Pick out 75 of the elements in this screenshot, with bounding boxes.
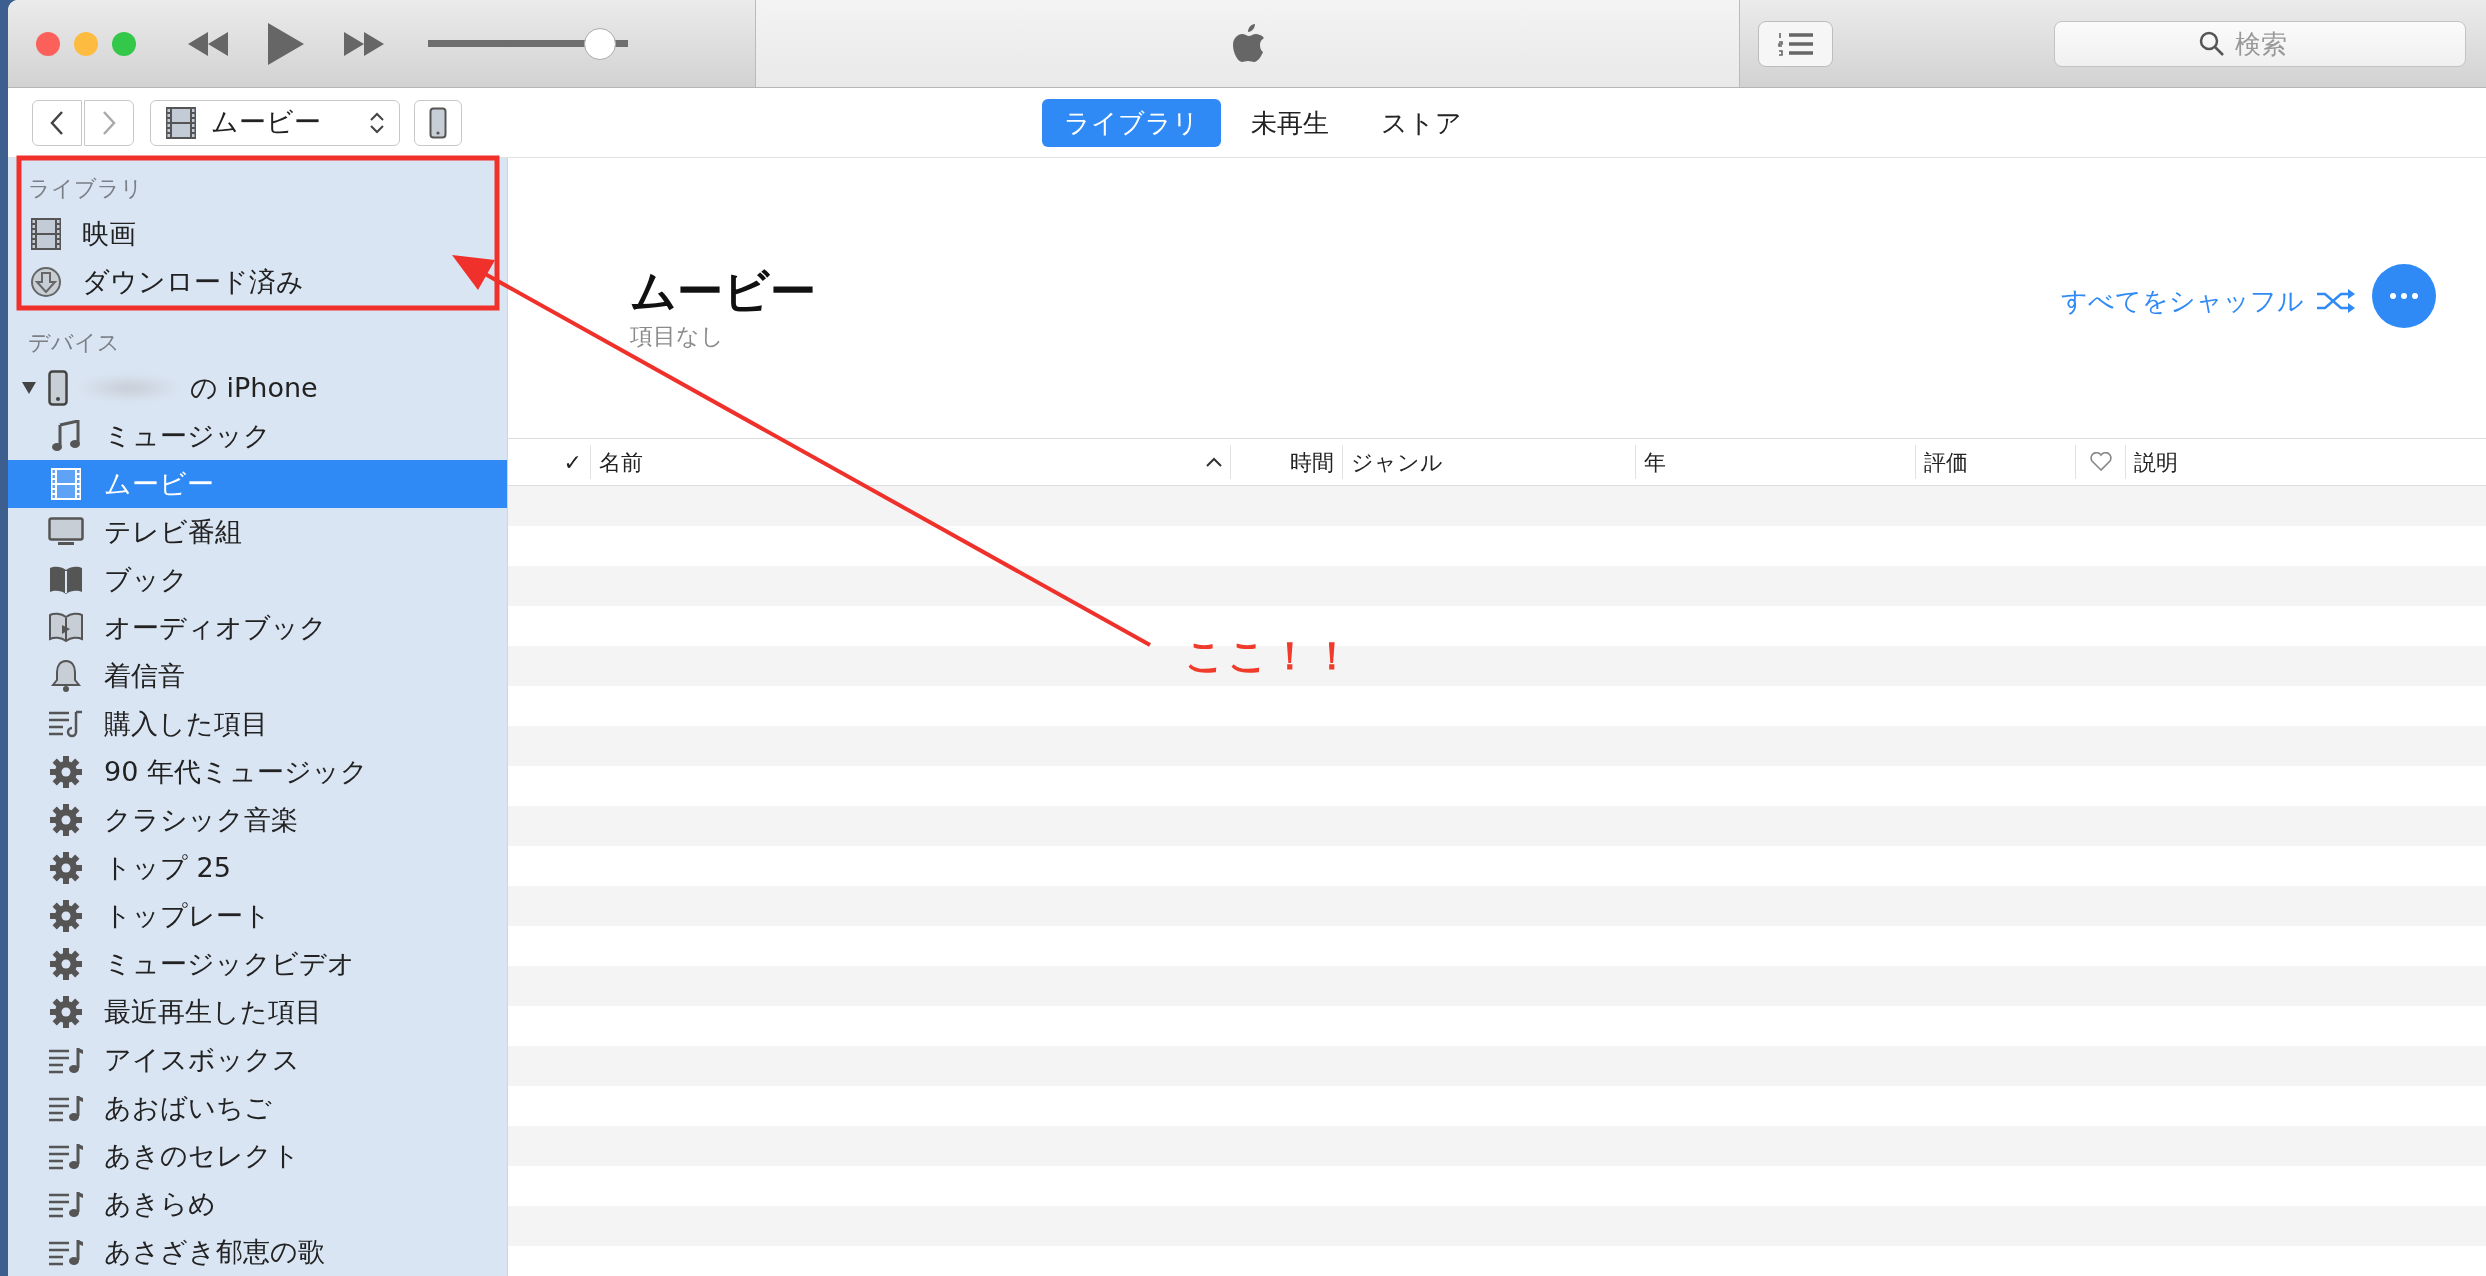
book-icon	[48, 565, 84, 595]
sidebar-item[interactable]: あきのセレクト	[8, 1132, 507, 1180]
sidebar-item[interactable]: ミュージック	[8, 412, 507, 460]
list-note-icon	[48, 709, 84, 739]
column-header[interactable]: ✓	[508, 445, 590, 479]
fast-forward-button[interactable]	[342, 29, 386, 58]
tab[interactable]: ストア	[1359, 99, 1484, 147]
sidebar-item[interactable]: 映画	[8, 210, 507, 258]
sidebar-item[interactable]: オーディオブック	[8, 604, 507, 652]
gear-icon	[48, 948, 84, 980]
chevron-icon	[369, 110, 385, 135]
playlist-icon	[48, 1093, 84, 1123]
column-header[interactable]: ジャンル	[1342, 445, 1635, 479]
gear-icon	[48, 852, 84, 884]
close-button[interactable]	[36, 31, 60, 56]
device-name[interactable]: の iPhone	[190, 367, 318, 409]
gear-icon	[48, 756, 84, 788]
sidebar-item[interactable]: トップレート	[8, 892, 507, 940]
audiobook-icon	[48, 612, 84, 644]
media-type-dropdown[interactable]: ムービー	[150, 99, 400, 146]
phone-icon	[429, 106, 447, 139]
download-icon	[30, 266, 62, 298]
chevron-left-icon	[49, 109, 65, 136]
phone-icon	[48, 370, 68, 406]
device-button[interactable]	[414, 99, 462, 146]
film-icon	[48, 467, 84, 501]
tv-icon	[48, 517, 84, 547]
sidebar-item[interactable]: 購入した項目	[8, 700, 507, 748]
chevron-right-icon	[101, 109, 117, 136]
playlist-icon	[48, 1045, 84, 1075]
film-icon	[30, 217, 62, 251]
annotation-label: ここ！！	[1185, 633, 1355, 680]
sidebar-item[interactable]: トップ 25	[8, 844, 507, 892]
sidebar-item[interactable]: 90 年代ミュージック	[8, 748, 507, 796]
item-count: 項目なし	[630, 322, 725, 352]
sidebar-item[interactable]: クラシック音楽	[8, 796, 507, 844]
section-header: ライブラリ	[27, 175, 144, 203]
numbered-list-icon	[1777, 31, 1814, 56]
search-icon	[2199, 30, 2225, 57]
shuffle-icon[interactable]	[2316, 288, 2356, 314]
sidebar-item[interactable]: アイスボックス	[8, 1036, 507, 1084]
film-icon	[165, 105, 197, 140]
volume-thumb[interactable]	[584, 27, 617, 60]
tab[interactable]: 未再生	[1229, 99, 1351, 147]
search-field[interactable]: 検索	[2054, 20, 2466, 67]
page-title: ムービー	[630, 264, 816, 320]
playlist-icon	[48, 1237, 84, 1267]
playlist-icon	[48, 1189, 84, 1219]
ellipsis-icon	[2389, 292, 2419, 300]
section-header: デバイス	[27, 329, 121, 357]
disclosure-triangle-icon[interactable]	[22, 382, 36, 394]
playlist-icon	[48, 1141, 84, 1171]
column-header[interactable]: 時間	[1230, 445, 1342, 479]
sidebar-item[interactable]: ブック	[8, 556, 507, 604]
gear-icon	[48, 804, 84, 836]
gear-icon	[48, 900, 84, 932]
play-button[interactable]	[266, 20, 306, 67]
sidebar-item[interactable]: あきらめ	[8, 1180, 507, 1228]
back-button[interactable]	[32, 99, 82, 146]
heart-icon	[2089, 452, 2112, 472]
rewind-button[interactable]	[186, 29, 230, 58]
sidebar-item[interactable]: テレビ番組	[8, 508, 507, 556]
gear-icon	[48, 996, 84, 1028]
column-header[interactable]: 名前	[590, 445, 1230, 479]
up-next-button[interactable]	[1758, 20, 1833, 67]
sidebar-item[interactable]: あおばいちご	[8, 1084, 507, 1132]
column-header[interactable]: 説明	[2125, 445, 2486, 479]
column-header[interactable]: 年	[1635, 445, 1915, 479]
sort-caret-icon	[1206, 457, 1222, 467]
bell-icon	[48, 659, 84, 693]
column-header[interactable]: 評価	[1915, 445, 2075, 479]
sidebar-item[interactable]: あさざき郁恵の歌	[8, 1228, 507, 1276]
sidebar-item[interactable]: ミュージックビデオ	[8, 940, 507, 988]
sidebar-item[interactable]: 着信音	[8, 652, 507, 700]
sidebar-item[interactable]: 最近再生した項目	[8, 988, 507, 1036]
